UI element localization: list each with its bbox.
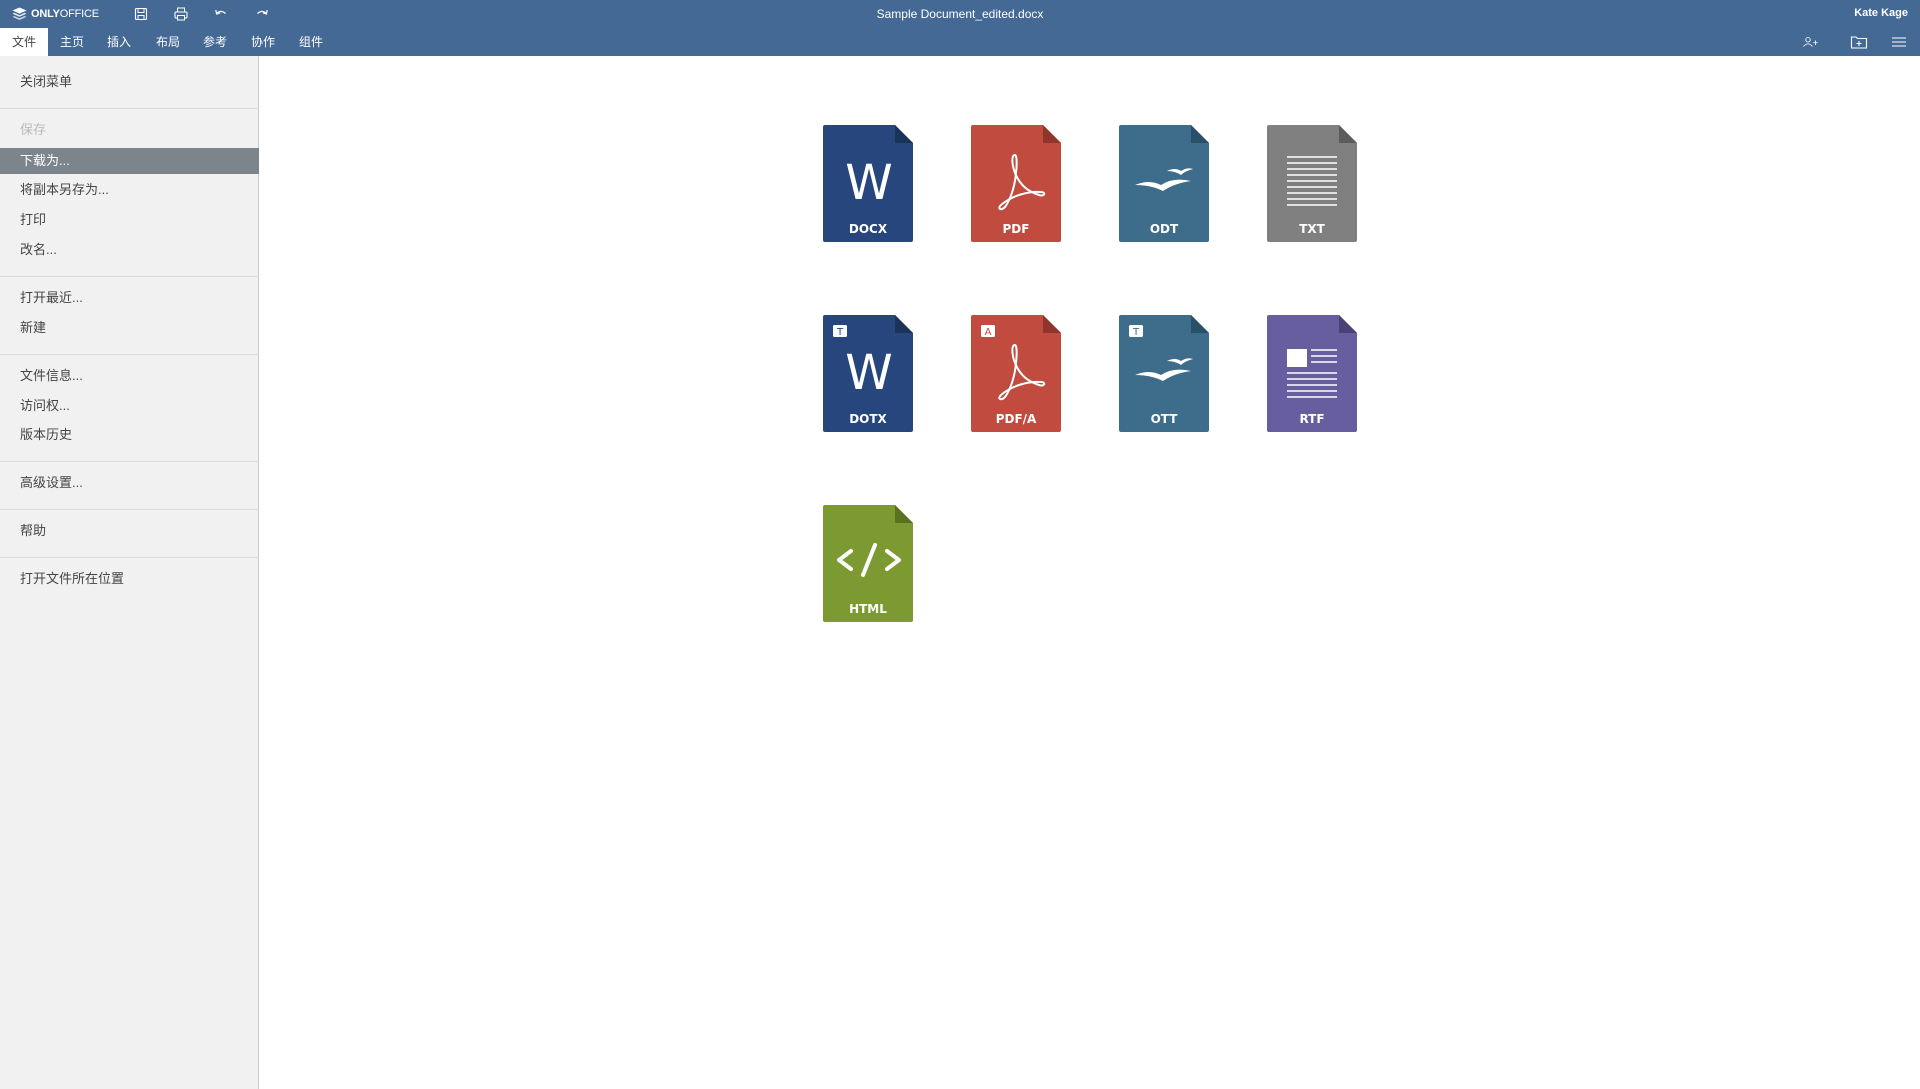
- menu-save[interactable]: 保存: [0, 117, 259, 143]
- menu-open-recent[interactable]: 打开最近...: [0, 285, 259, 311]
- menu-divider: [0, 509, 259, 510]
- menu-help[interactable]: 帮助: [0, 518, 259, 544]
- format-html[interactable]: HTML: [823, 505, 915, 623]
- print-icon: [174, 7, 188, 21]
- format-ott[interactable]: T OTT: [1119, 315, 1211, 433]
- save-button[interactable]: [131, 5, 151, 23]
- format-label: TXT: [1299, 222, 1325, 236]
- tab-file[interactable]: 文件: [0, 28, 49, 56]
- undo-button[interactable]: [211, 5, 231, 23]
- hamburger-menu-button[interactable]: [1888, 33, 1910, 51]
- tab-home[interactable]: 主页: [48, 28, 96, 56]
- format-label: HTML: [849, 602, 887, 616]
- tab-insert[interactable]: 插入: [95, 28, 143, 56]
- open-location-icon: [1850, 36, 1868, 49]
- format-label: RTF: [1299, 412, 1325, 426]
- format-odt[interactable]: ODT: [1119, 125, 1211, 243]
- layers-logo-icon: [12, 7, 27, 20]
- svg-text:W: W: [845, 155, 892, 211]
- format-rtf[interactable]: RTF: [1267, 315, 1359, 433]
- print-button[interactable]: [171, 5, 191, 23]
- archive-badge: A: [985, 327, 992, 338]
- document-title: Sample Document_edited.docx: [876, 7, 1044, 21]
- format-dotx[interactable]: T W DOTX: [823, 315, 915, 433]
- format-pdfa[interactable]: A PDF/A: [971, 315, 1063, 433]
- menu-open-file-location[interactable]: 打开文件所在位置: [0, 566, 259, 592]
- file-menu-panel: 关闭菜单 保存 下载为... 将副本另存为... 打印 改名... 打开最近..…: [0, 56, 259, 1089]
- share-user-button[interactable]: [1800, 33, 1822, 51]
- menu-divider: [0, 461, 259, 462]
- user-name[interactable]: Kate Kage: [1854, 7, 1908, 19]
- redo-button[interactable]: [252, 5, 272, 23]
- format-pdf[interactable]: PDF: [971, 125, 1063, 243]
- menu-download-as[interactable]: 下载为...: [0, 148, 259, 174]
- menu-print[interactable]: 打印: [0, 207, 259, 233]
- format-docx[interactable]: W DOCX: [823, 125, 915, 243]
- menu-advanced-settings[interactable]: 高级设置...: [0, 470, 259, 496]
- format-label: DOTX: [849, 412, 887, 426]
- menu-access-rights[interactable]: 访问权...: [0, 393, 259, 419]
- share-user-icon: [1803, 37, 1818, 47]
- tab-layout[interactable]: 布局: [144, 28, 192, 56]
- menu-divider: [0, 276, 259, 277]
- format-label: PDF/A: [995, 412, 1037, 426]
- tab-plugins[interactable]: 组件: [287, 28, 335, 56]
- open-location-button[interactable]: [1848, 33, 1870, 51]
- svg-text:W: W: [845, 345, 892, 401]
- save-icon: [134, 7, 148, 21]
- format-label: PDF: [1002, 222, 1030, 236]
- menu-file-info[interactable]: 文件信息...: [0, 363, 259, 389]
- menu-new[interactable]: 新建: [0, 315, 259, 341]
- format-txt[interactable]: TXT: [1267, 125, 1359, 243]
- menu-rename[interactable]: 改名...: [0, 237, 259, 263]
- brand-text: ONLYOFFICE: [31, 8, 99, 20]
- template-badge: T: [836, 327, 844, 338]
- ribbon-tab-bar: 文件 主页 插入 布局 参考 协作 组件: [0, 28, 1920, 56]
- menu-divider: [0, 354, 259, 355]
- format-label: OTT: [1150, 412, 1178, 426]
- onlyoffice-logo: ONLYOFFICE: [12, 6, 99, 22]
- menu-version-history[interactable]: 版本历史: [0, 422, 259, 448]
- redo-icon: [257, 9, 268, 15]
- hamburger-menu-icon: [1892, 37, 1906, 47]
- menu-save-copy-as[interactable]: 将副本另存为...: [0, 177, 259, 203]
- menu-divider: [0, 557, 259, 558]
- format-label: DOCX: [848, 222, 888, 236]
- format-label: ODT: [1149, 222, 1179, 236]
- menu-divider: [0, 108, 259, 109]
- tab-references[interactable]: 参考: [191, 28, 239, 56]
- template-badge: T: [1132, 327, 1140, 338]
- tab-collaboration[interactable]: 协作: [239, 28, 287, 56]
- undo-icon: [215, 9, 226, 15]
- title-bar: ONLYOFFICE Sample Document_edited.docx K…: [0, 0, 1920, 28]
- menu-close[interactable]: 关闭菜单: [0, 69, 259, 95]
